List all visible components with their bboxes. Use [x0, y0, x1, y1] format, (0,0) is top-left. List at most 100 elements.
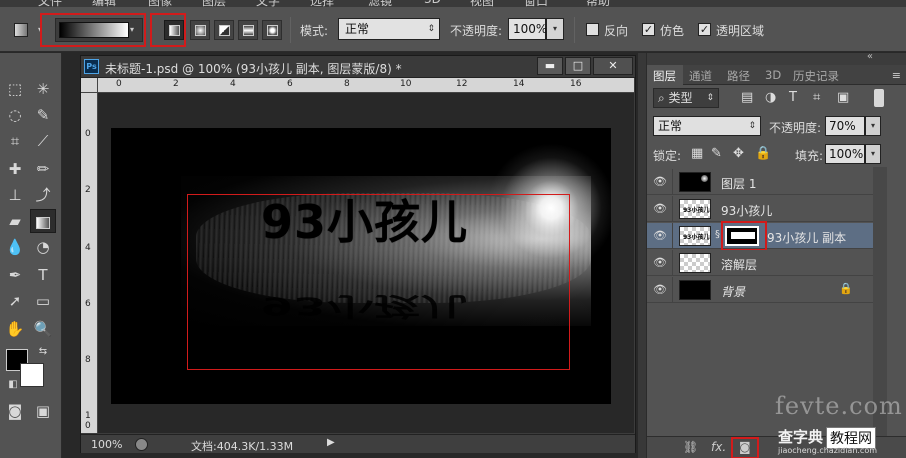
fill-input[interactable]: 100% ▾ [825, 144, 881, 164]
layer-row[interactable]: 👁 图层 1 [647, 169, 873, 195]
layer-name[interactable]: 溶解层 [721, 256, 757, 273]
maximize-button[interactable]: □ [565, 57, 591, 75]
status-info-icon[interactable] [135, 438, 148, 451]
zoom-tool-icon[interactable]: 🔍 [30, 317, 56, 341]
close-button[interactable]: ✕ [593, 57, 633, 75]
minimize-button[interactable]: ▬ [537, 57, 563, 75]
pixel-filter-icon[interactable]: ▤ [741, 90, 753, 105]
layer-name[interactable]: 93小孩儿 [721, 202, 772, 219]
menu-item-layer[interactable]: 图层 [202, 0, 226, 7]
status-menu-arrow[interactable]: ▶ [327, 437, 335, 448]
tab-3d[interactable]: 3D [765, 68, 781, 82]
tab-channels[interactable]: 通道 [689, 68, 712, 84]
layer-name[interactable]: 图层 1 [721, 175, 756, 192]
document-title-bar[interactable]: Ps 未标题-1.psd @ 100% (93小孩儿 副本, 图层蒙版/8) *… [81, 56, 635, 78]
eye-icon[interactable]: 👁 [653, 283, 667, 297]
panel-header[interactable]: « [647, 51, 906, 65]
linear-gradient-button[interactable] [164, 20, 184, 40]
radial-gradient-button[interactable] [190, 20, 210, 40]
menu-item-view[interactable]: 视图 [470, 0, 494, 7]
layer-row[interactable]: 👁 93小孩儿 93小孩儿 [647, 196, 873, 222]
quick-select-tool-icon[interactable]: ✎ [30, 103, 56, 127]
gradient-tool-icon[interactable] [30, 209, 56, 233]
pen-tool-icon[interactable]: ✒ [2, 263, 28, 287]
visibility-cell[interactable]: 👁 [647, 196, 673, 222]
menu-item-type[interactable]: 文字 [256, 0, 280, 7]
type-tool-icon[interactable]: T [30, 263, 56, 287]
canvas-area[interactable]: 93小孩儿 93小孩儿 [98, 93, 634, 433]
visibility-cell[interactable]: 👁 [647, 169, 673, 195]
blend-mode-select[interactable]: 正常 ⇕ [653, 116, 761, 136]
eraser-tool-icon[interactable]: ▰ [2, 209, 28, 233]
lasso-tool-icon[interactable]: ◌ [2, 103, 28, 127]
healing-brush-tool-icon[interactable]: ✚ [2, 157, 28, 181]
collapse-icon[interactable]: « [867, 51, 873, 62]
eyedropper-tool-icon[interactable]: ⟋ [30, 129, 56, 153]
magic-wand-tool-icon[interactable]: ✳ [30, 77, 56, 101]
screen-mode-icon[interactable]: ▣ [30, 399, 56, 423]
gradient-picker[interactable]: ▾ [55, 18, 143, 42]
menu-item-edit[interactable]: 编辑 [92, 0, 116, 7]
link-icon[interactable]: § [715, 229, 720, 240]
history-brush-tool-icon[interactable]: ⤴ [30, 183, 56, 207]
layer-row-selected[interactable]: 👁 93小孩儿 § 93小孩儿 副本 [647, 221, 873, 251]
shape-filter-icon[interactable]: ⌗ [813, 90, 820, 105]
ruler-origin[interactable] [81, 78, 98, 93]
menu-item-window[interactable]: 窗口 [524, 0, 548, 7]
layer-opacity-input[interactable]: 70% ▾ [825, 116, 881, 136]
lock-transparent-icon[interactable]: ▦ [691, 146, 703, 161]
layer-filter-select[interactable]: ⌕ 类型 ⇕ [653, 88, 719, 108]
layer-name[interactable]: 背景 [721, 283, 745, 300]
filter-toggle[interactable] [874, 89, 884, 107]
artboard[interactable]: 93小孩儿 93小孩儿 [111, 128, 611, 404]
eye-icon[interactable]: 👁 [653, 202, 667, 216]
tab-history[interactable]: 历史记录 [793, 68, 839, 84]
dither-checkbox[interactable]: ✓ [642, 23, 655, 36]
lock-position-icon[interactable]: ✥ [733, 146, 744, 161]
marquee-tool-icon[interactable]: ⬚ [2, 77, 28, 101]
menu-item-3d[interactable]: 3D [424, 0, 441, 6]
chevron-down-icon[interactable]: ▾ [865, 144, 881, 164]
angle-gradient-button[interactable] [214, 20, 234, 40]
gradient-swatch[interactable] [59, 22, 129, 38]
layer-name[interactable]: 93小孩儿 副本 [767, 229, 846, 246]
vertical-ruler[interactable]: 0 2 4 6 8 1 0 [81, 93, 98, 433]
quick-mask-icon[interactable]: ◙ [2, 399, 28, 423]
smart-object-filter-icon[interactable]: ▣ [837, 90, 849, 105]
type-filter-icon[interactable]: T [789, 90, 797, 105]
visibility-cell[interactable]: 👁 [647, 223, 673, 249]
dodge-tool-icon[interactable]: ◔ [30, 235, 56, 259]
eye-icon[interactable]: 👁 [653, 256, 667, 270]
layer-row[interactable]: 👁 溶解层 [647, 250, 873, 276]
chevron-down-icon[interactable]: ▾ [546, 18, 564, 40]
adjustment-filter-icon[interactable]: ◑ [765, 90, 776, 105]
reverse-checkbox[interactable] [586, 23, 599, 36]
tab-layers[interactable]: 图层 [653, 68, 676, 84]
visibility-cell[interactable]: 👁 [647, 277, 673, 303]
zoom-level[interactable]: 100% [91, 438, 122, 451]
diamond-gradient-button[interactable] [262, 20, 282, 40]
eye-icon[interactable]: 👁 [653, 175, 667, 189]
shape-tool-icon[interactable]: ▭ [30, 289, 56, 313]
crop-tool-icon[interactable]: ⌗ [2, 129, 28, 153]
opacity-input[interactable]: 100% ▾ [508, 18, 564, 40]
clone-stamp-tool-icon[interactable]: ⊥ [2, 183, 28, 207]
link-layers-icon[interactable]: ⛓ [683, 440, 698, 454]
menu-item-help[interactable]: 帮助 [586, 0, 610, 7]
eye-icon[interactable]: 👁 [653, 229, 667, 243]
default-colors-icon[interactable]: ◧ [0, 373, 26, 397]
lock-all-icon[interactable]: 🔒 [755, 146, 771, 161]
blur-tool-icon[interactable]: 💧 [2, 235, 28, 259]
brush-tool-icon[interactable]: ✏ [30, 157, 56, 181]
reflected-gradient-button[interactable] [238, 20, 258, 40]
chevron-down-icon[interactable]: ▾ [865, 116, 881, 136]
menu-item-filter[interactable]: 滤镜 [368, 0, 392, 7]
fx-icon[interactable]: fx. [711, 440, 726, 454]
layer-row[interactable]: 👁 背景 🔒 [647, 277, 873, 303]
visibility-cell[interactable]: 👁 [647, 250, 673, 276]
lock-image-icon[interactable]: ✎ [711, 146, 722, 161]
transparency-checkbox[interactable]: ✓ [698, 23, 711, 36]
chevron-down-icon[interactable]: ▾ [130, 21, 140, 39]
panel-menu-icon[interactable]: ≡ [892, 69, 901, 82]
horizontal-ruler[interactable]: 0 2 4 6 8 10 12 14 16 [98, 78, 634, 93]
